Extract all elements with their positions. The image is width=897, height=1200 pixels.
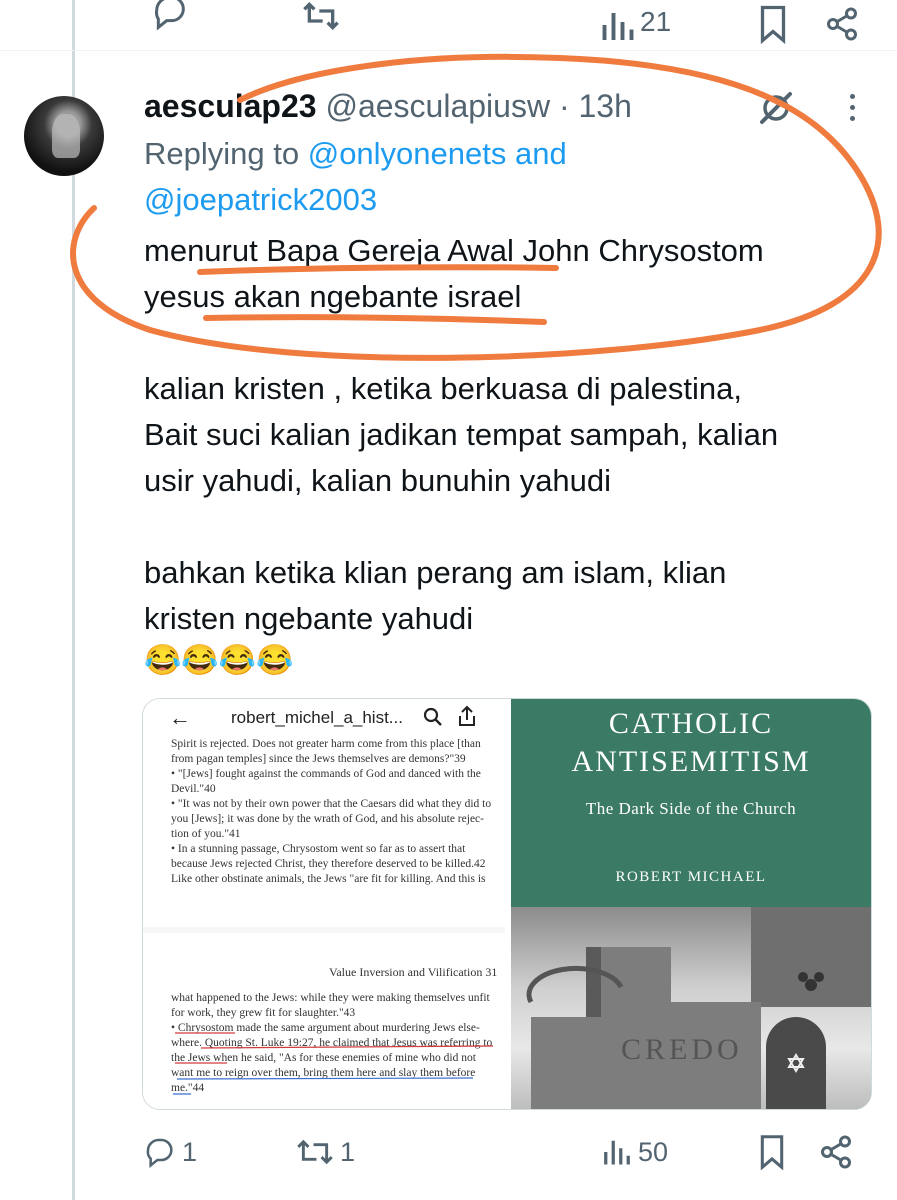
tweet-text-line: Bait suci kalian jadikan tempat sampah, … xyxy=(144,417,779,452)
mention-joepatrick2003[interactable]: @joepatrick2003 xyxy=(144,182,377,217)
tweet-header: aesculap23 @aesculapiusw · 13h xyxy=(144,86,632,126)
media-image-book-page[interactable]: ← robert_michel_a_hist... Spirit is reje… xyxy=(143,699,505,1109)
book-underlines xyxy=(173,1032,494,1095)
replying-and: and xyxy=(515,136,567,171)
tweet-text-line: kalian kristen , ketika berkuasa di pale… xyxy=(144,371,742,406)
avatar[interactable] xyxy=(24,96,104,176)
divider xyxy=(0,50,897,51)
more-options-icon[interactable] xyxy=(846,94,858,124)
views-icon xyxy=(604,1140,630,1165)
thread-line xyxy=(72,0,75,1200)
tweet-text-line: menurut Bapa Gereja Awal John Chrysostom xyxy=(144,233,764,268)
replying-prefix: Replying to xyxy=(144,136,300,171)
reply-icon xyxy=(146,1138,173,1168)
tweet-text-line: yesus akan ngebante israel xyxy=(144,279,522,314)
mention-onlyonenets[interactable]: @onlyonenets xyxy=(308,136,507,171)
retweet-icon[interactable] xyxy=(300,0,342,36)
tweet-actions: 1 1 50 xyxy=(0,1130,897,1174)
display-name[interactable]: aesculap23 xyxy=(144,88,317,124)
separator: · xyxy=(558,88,570,124)
share-icon[interactable] xyxy=(818,1134,854,1170)
tweet-text-line: kristen ngebante yahudi xyxy=(144,601,474,636)
cover-title-2: ANTISEMITISM xyxy=(571,745,811,778)
views-count: 21 xyxy=(640,6,672,37)
cover-photo-inscription: CREDO xyxy=(621,1033,743,1066)
retweet-icon xyxy=(297,1139,333,1165)
cover-subtitle: The Dark Side of the Church xyxy=(585,799,797,818)
reply-button[interactable]: 1 xyxy=(144,1130,197,1174)
reply-count: 1 xyxy=(182,1136,198,1167)
bookmark-icon[interactable] xyxy=(758,1134,786,1170)
views-button[interactable]: 50 xyxy=(602,1130,668,1174)
share-icon[interactable] xyxy=(824,4,860,44)
grok-icon[interactable] xyxy=(756,88,796,128)
cover-author: ROBERT MICHAEL xyxy=(615,869,767,885)
views-count: 50 xyxy=(638,1136,669,1167)
cover-photo: CREDO xyxy=(511,907,871,1109)
previous-tweet-actions: 21 xyxy=(0,0,897,45)
retweet-button[interactable]: 1 xyxy=(296,1130,355,1174)
tweet-text-line: usir yahudi, kalian bunuhin yahudi xyxy=(144,463,612,498)
user-handle[interactable]: @aesculapiusw xyxy=(325,88,550,124)
tweet-text-line: bahkan ketika klian perang am islam, kli… xyxy=(144,555,727,590)
reply-icon[interactable] xyxy=(150,0,190,34)
tweet-media[interactable]: ← robert_michel_a_hist... Spirit is reje… xyxy=(142,698,872,1110)
tweet-time[interactable]: 13h xyxy=(578,88,631,124)
emoji-line: 😂😂😂😂 xyxy=(144,644,294,677)
replying-to: Replying to @onlyonenets and xyxy=(144,134,567,174)
views-icon[interactable] xyxy=(600,10,636,40)
cover-title-1: CATHOLIC xyxy=(608,707,774,740)
media-image-book-cover[interactable]: CATHOLIC ANTISEMITISM The Dark Side of t… xyxy=(511,699,871,1109)
bookmark-icon[interactable] xyxy=(758,4,788,44)
retweet-count: 1 xyxy=(340,1136,356,1167)
